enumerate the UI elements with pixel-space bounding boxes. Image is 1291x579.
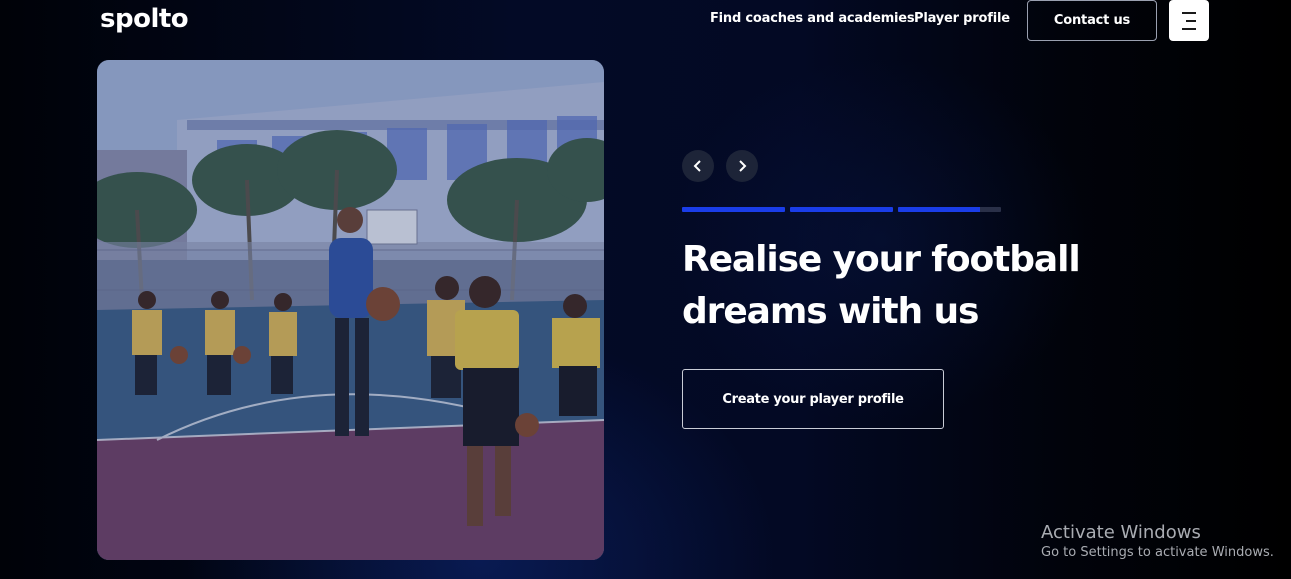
carousel-progress-2 bbox=[790, 207, 893, 212]
nav-link-find-coaches[interactable]: Find coaches and academies bbox=[710, 11, 915, 27]
chevron-left-icon bbox=[693, 160, 701, 172]
nav-link-player-profile[interactable]: Player profile bbox=[914, 11, 1010, 27]
basketball-practice-photo bbox=[97, 60, 604, 560]
logo[interactable]: spolto bbox=[100, 2, 189, 36]
watermark-subtitle: Go to Settings to activate Windows. bbox=[1041, 545, 1274, 560]
carousel-progress-1 bbox=[682, 207, 785, 212]
windows-activation-watermark: Activate Windows Go to Settings to activ… bbox=[1041, 522, 1274, 562]
carousel-next-button[interactable] bbox=[726, 150, 758, 182]
carousel-prev-button[interactable] bbox=[682, 150, 714, 182]
menu-button[interactable] bbox=[1169, 0, 1209, 41]
carousel-progress-3 bbox=[898, 207, 1001, 212]
create-player-profile-button[interactable]: Create your player profile bbox=[682, 369, 944, 429]
chevron-right-icon bbox=[739, 160, 747, 172]
contact-us-button[interactable]: Contact us bbox=[1027, 0, 1157, 41]
hamburger-menu-icon bbox=[1182, 11, 1196, 30]
watermark-title: Activate Windows bbox=[1041, 522, 1201, 543]
hero-image bbox=[97, 60, 604, 560]
hero-headline: Realise your football dreams with us bbox=[682, 239, 1081, 332]
